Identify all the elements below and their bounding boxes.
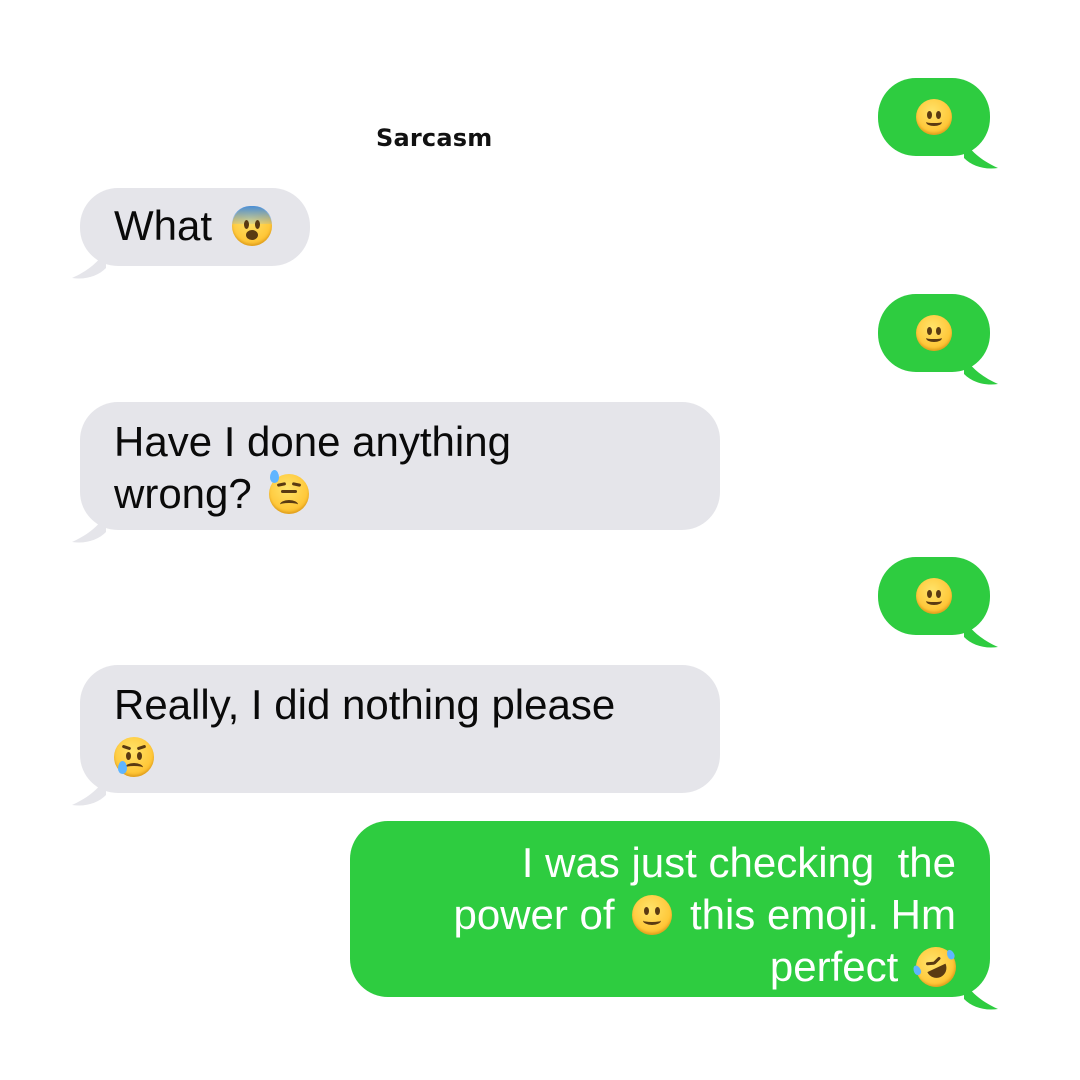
incoming-message-3[interactable]: Really, I did nothing please: [72, 665, 720, 806]
message-line-2: power of this emoji. Hm: [350, 889, 957, 941]
message-text-line-2: wrong?: [114, 470, 252, 517]
message-text-line-1: Have I done anything: [114, 418, 511, 465]
rolling-on-the-floor-laughing-icon: [909, 940, 963, 994]
bubble-tail: [72, 250, 106, 279]
chat-title: Sarcasm: [376, 124, 493, 152]
bubble-tail: [72, 514, 106, 543]
chat-screenshot: Sarcasm What Have I done anything wrong?…: [0, 0, 1080, 1080]
downcast-face-with-sweat-icon: [269, 470, 310, 514]
bubble-tail: [964, 619, 998, 648]
bubble-tail: [964, 981, 998, 1010]
outgoing-message-emoji-1[interactable]: [878, 78, 998, 169]
message-line-2: [114, 731, 720, 783]
bubble-tail: [964, 356, 998, 385]
slightly-smiling-face-icon: [632, 895, 673, 935]
slightly-smiling-face-icon: [916, 578, 952, 614]
fearful-face-icon: [231, 206, 272, 246]
message-text-line-1: I was just checking the: [521, 839, 956, 886]
outgoing-message-1[interactable]: I was just checking the power of this em…: [350, 821, 998, 1010]
slightly-smiling-face-icon: [916, 99, 952, 135]
outgoing-message-emoji-3[interactable]: [878, 557, 998, 648]
message-line-3: perfect: [350, 940, 963, 994]
crying-face-icon: [114, 737, 154, 777]
bubble-tail: [964, 140, 998, 169]
message-line-2: wrong?: [114, 468, 720, 520]
message-text-line-2a: power of: [453, 891, 615, 938]
incoming-message-1[interactable]: What: [72, 188, 310, 279]
message-text-line-2b: this emoji. Hm: [689, 891, 956, 938]
outgoing-message-emoji-2[interactable]: [878, 294, 998, 385]
message-text-line-3: perfect: [769, 943, 899, 990]
incoming-message-2[interactable]: Have I done anything wrong?: [72, 402, 720, 543]
bubble-tail: [72, 777, 106, 806]
slightly-smiling-face-icon: [916, 315, 952, 351]
message-text: What: [114, 202, 213, 249]
message-text-line-1: Really, I did nothing please: [114, 681, 616, 728]
